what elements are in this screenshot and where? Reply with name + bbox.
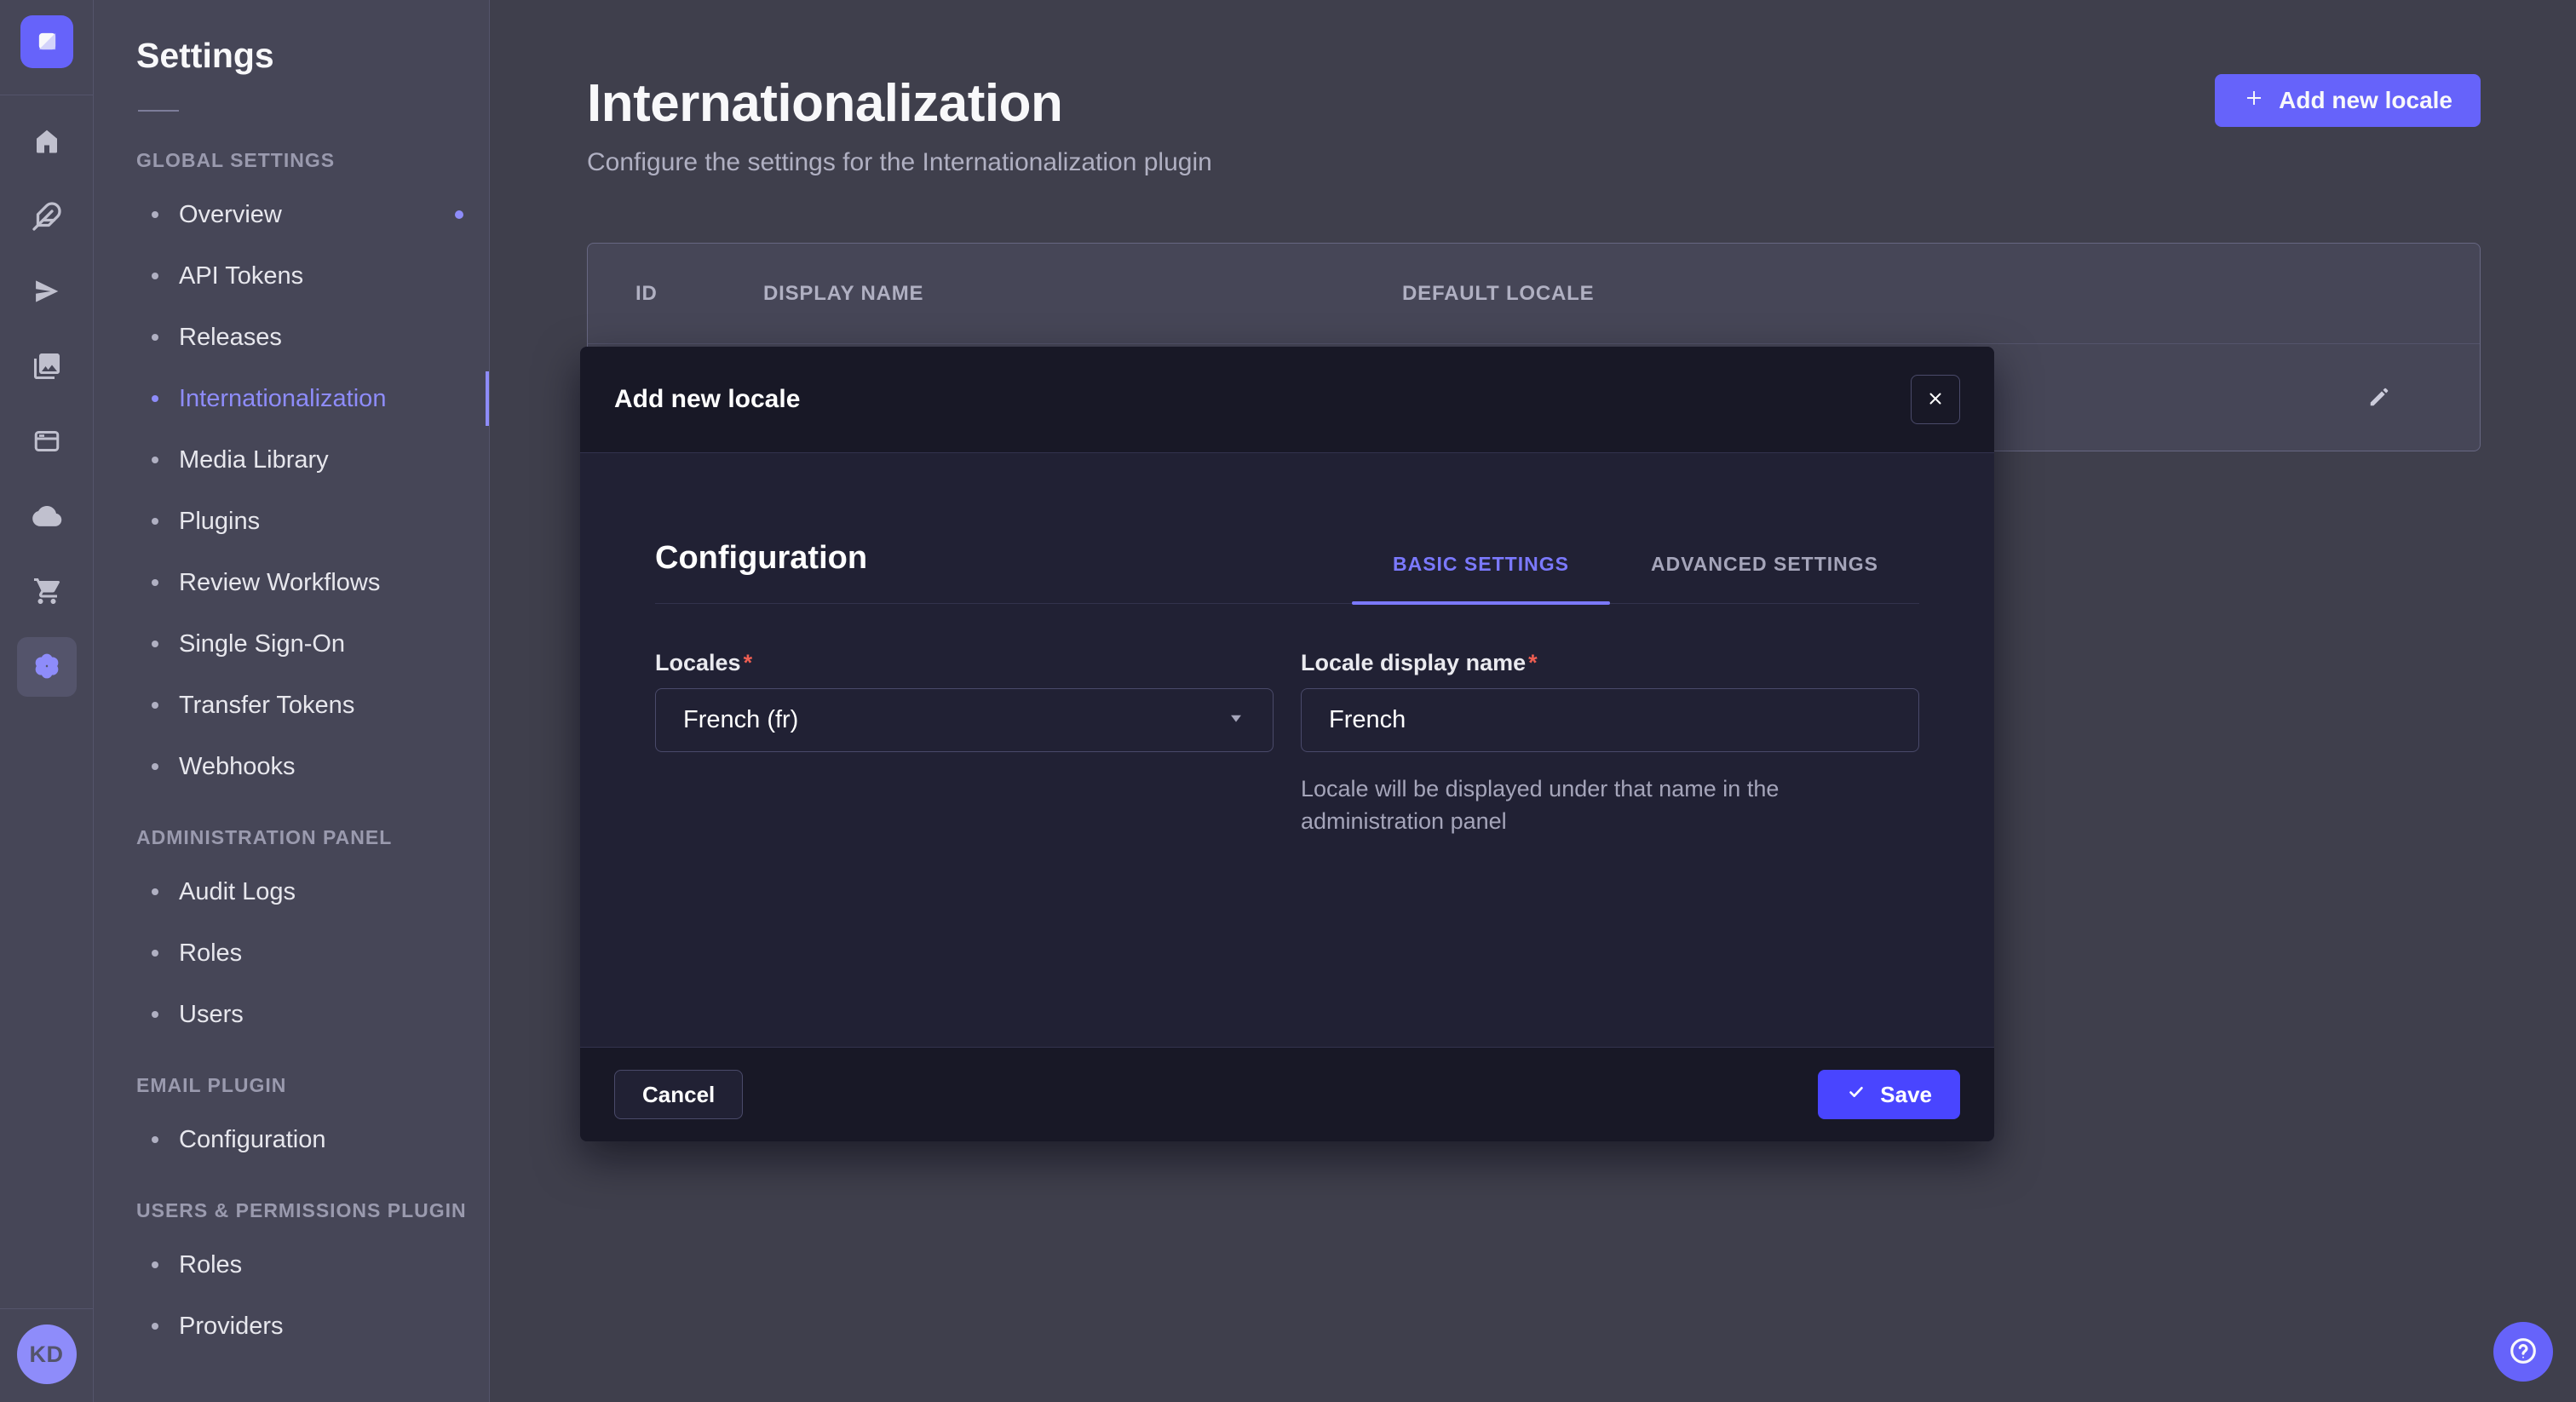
chevron-down-icon (1227, 706, 1245, 734)
locales-select[interactable]: French (fr) (655, 688, 1274, 752)
tab-advanced-settings[interactable]: ADVANCED SETTINGS (1610, 553, 1919, 603)
close-icon (1925, 388, 1946, 411)
tab-basic-settings[interactable]: BASIC SETTINGS (1352, 553, 1610, 603)
modal-close-button[interactable] (1911, 375, 1960, 424)
locales-field: Locales* French (fr) (655, 650, 1274, 837)
locale-display-name-field: Locale display name* Locale will be disp… (1301, 650, 1919, 837)
modal-header: Add new locale (580, 347, 1994, 453)
settings-tabs: BASIC SETTINGS ADVANCED SETTINGS (1352, 553, 1919, 603)
locale-display-name-hint: Locale will be displayed under that name… (1301, 773, 1914, 837)
modal-title: Add new locale (614, 385, 800, 414)
locale-display-name-label: Locale display name* (1301, 650, 1919, 676)
required-marker: * (1528, 650, 1538, 675)
check-icon (1846, 1082, 1866, 1108)
locale-display-name-input[interactable] (1301, 688, 1919, 752)
locales-select-value: French (fr) (683, 706, 798, 734)
modal-body: Configuration BASIC SETTINGS ADVANCED SE… (580, 538, 1994, 1047)
add-new-locale-modal: Add new locale Configuration BASIC SETTI… (580, 347, 1994, 1141)
required-marker: * (744, 650, 753, 675)
save-button[interactable]: Save (1818, 1070, 1960, 1119)
configuration-section-title: Configuration (655, 538, 867, 603)
cancel-button[interactable]: Cancel (614, 1070, 743, 1119)
modal-footer: Cancel Save (580, 1047, 1994, 1141)
locales-label: Locales* (655, 650, 1274, 676)
